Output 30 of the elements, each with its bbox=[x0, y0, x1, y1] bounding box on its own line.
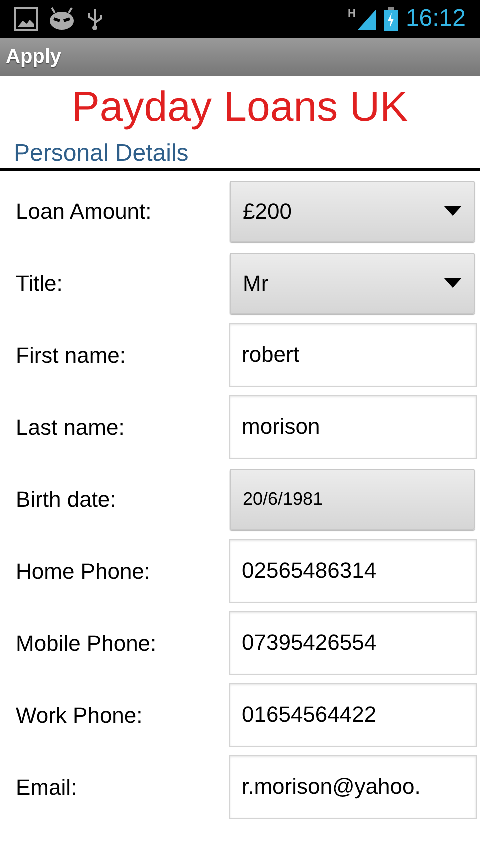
text-field[interactable]: 01654564422 bbox=[229, 683, 477, 747]
caret-icon bbox=[444, 206, 462, 216]
action-bar-title: Apply bbox=[6, 45, 62, 70]
date-button[interactable]: 20/6/1981 bbox=[230, 468, 475, 530]
field-label: Mobile Phone: bbox=[16, 630, 157, 658]
robot-icon bbox=[48, 7, 76, 31]
dropdown[interactable]: Mr bbox=[230, 252, 475, 314]
text-field[interactable]: morison bbox=[229, 395, 477, 459]
signal-icon bbox=[356, 8, 376, 30]
text-field[interactable]: 07395426554 bbox=[229, 611, 477, 675]
field-label: Email: bbox=[16, 774, 78, 802]
field-label: First name: bbox=[16, 342, 126, 370]
image-icon bbox=[14, 7, 38, 31]
field-label: Home Phone: bbox=[16, 558, 151, 586]
usb-icon bbox=[86, 7, 104, 31]
field-label: Work Phone: bbox=[16, 702, 143, 730]
text-field[interactable]: 02565486314 bbox=[229, 539, 477, 603]
field-label: Birth date: bbox=[16, 486, 116, 514]
text-field[interactable]: r.morison@yahoo. bbox=[229, 755, 477, 819]
caret-icon bbox=[444, 278, 462, 288]
field-label: Loan Amount: bbox=[16, 198, 152, 226]
network-type: H bbox=[348, 7, 356, 22]
text-field[interactable]: robert bbox=[229, 323, 477, 387]
app-heading: Payday Loans UK bbox=[70, 82, 410, 132]
field-label: Title: bbox=[16, 270, 63, 298]
clock: 16:12 bbox=[406, 4, 466, 34]
section-header: Personal Details bbox=[14, 140, 189, 168]
battery-icon bbox=[384, 7, 398, 31]
dropdown[interactable]: £200 bbox=[230, 180, 475, 242]
field-label: Last name: bbox=[16, 414, 125, 442]
